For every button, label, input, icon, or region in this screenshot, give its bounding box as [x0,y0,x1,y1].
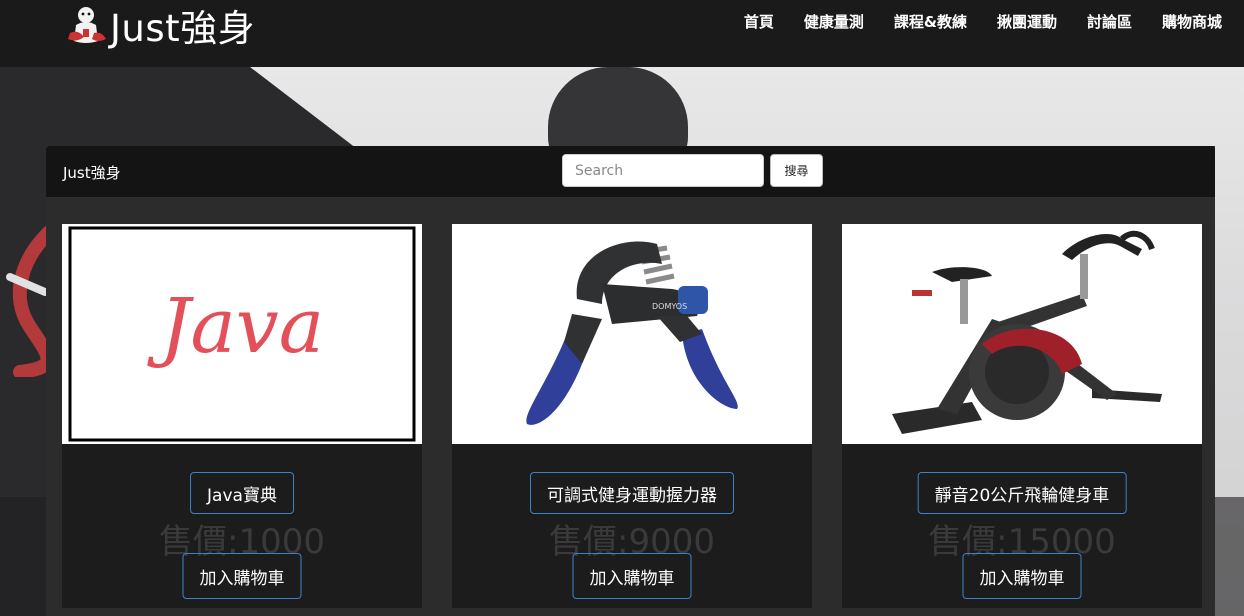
nav-courses-coaches[interactable]: 課程&教練 [894,11,967,32]
product-name-button[interactable]: 靜音20公斤飛輪健身車 [917,472,1127,514]
main-nav: 首頁 健康量測 課程&教練 揪團運動 討論區 購物商城 [744,11,1222,32]
product-image[interactable]: Java [62,224,422,444]
brand-title: Just強身 [110,7,256,50]
product-card: 靜音20公斤飛輪健身車 售價:15000 加入購物車 [842,224,1202,608]
java-book-image: Java [68,226,416,442]
spin-bike-image [892,230,1162,434]
product-card: Java Java寶典 售價:1000 加入購物車 [62,224,422,608]
nav-home[interactable]: 首頁 [744,11,774,32]
search-input[interactable] [562,154,764,187]
brand-link[interactable]: Just強身 [66,0,255,50]
hand-grip-image: DOMYOS [526,241,738,425]
nav-shop[interactable]: 購物商城 [1162,11,1222,32]
shop-brand[interactable]: Just強身 [63,162,121,183]
brand-logo-icon [68,7,106,43]
add-to-cart-button[interactable]: 加入購物車 [572,553,692,599]
product-name-button[interactable]: Java寶典 [190,472,294,514]
search-button[interactable]: 搜尋 [770,154,823,187]
product-info: 可調式健身運動握力器 售價:9000 加入購物車 [452,444,812,608]
top-navbar: Just強身 首頁 健康量測 課程&教練 揪團運動 討論區 購物商城 [0,0,1244,67]
shop-panel: Just強身 搜尋 Java Java寶典 售價:1000 加入購物車 [46,146,1215,616]
product-image[interactable]: DOMYOS [452,224,812,444]
nav-forum[interactable]: 討論區 [1087,11,1132,32]
nav-health-measurement[interactable]: 健康量測 [804,11,864,32]
nav-group-exercise[interactable]: 揪團運動 [997,11,1057,32]
product-info: Java寶典 售價:1000 加入購物車 [62,444,422,608]
product-name-button[interactable]: 可調式健身運動握力器 [530,472,734,514]
add-to-cart-button[interactable]: 加入購物車 [962,553,1082,599]
svg-text:Java: Java [147,281,324,370]
svg-text:DOMYOS: DOMYOS [652,302,687,311]
product-card: DOMYOS 可調式健身運動握力器 售價:9000 加入購物車 [452,224,812,608]
shop-navbar: Just強身 搜尋 [46,146,1215,197]
product-info: 靜音20公斤飛輪健身車 售價:15000 加入購物車 [842,444,1202,608]
add-to-cart-button[interactable]: 加入購物車 [182,553,302,599]
product-image[interactable] [842,224,1202,444]
